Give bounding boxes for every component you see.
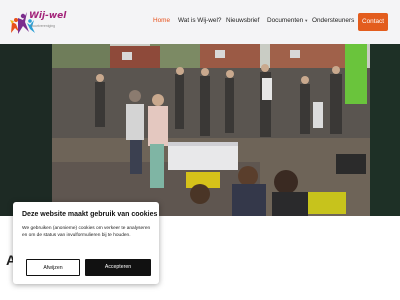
- nav-documenten[interactable]: Documenten▼: [267, 17, 308, 24]
- contact-button[interactable]: Contact: [358, 13, 388, 31]
- hero-photo: [0, 44, 400, 216]
- street-party-photo: [0, 44, 400, 216]
- cookie-text: We gebruiken (anonieme) cookies om verke…: [22, 226, 151, 239]
- nav-nieuwsbrief[interactable]: Nieuwsbrief: [226, 17, 259, 24]
- cookie-banner: Deze website maakt gebruik van cookies W…: [13, 202, 159, 284]
- site-header: Wij-wel buurtvereniging Home Wat is Wij-…: [0, 0, 400, 44]
- nav-home[interactable]: Home: [153, 17, 170, 24]
- logo-wordmark: Wij-wel: [29, 11, 67, 21]
- logo-tagline: buurtvereniging: [31, 24, 56, 28]
- decline-cookies-button[interactable]: Afwijzen: [26, 259, 80, 276]
- nav-wat-is-wij-wel[interactable]: Wat is Wij-wel?: [178, 17, 221, 24]
- page: Wij-wel buurtvereniging Home Wat is Wij-…: [0, 0, 400, 300]
- chevron-down-icon: ▼: [304, 18, 309, 23]
- nav-documenten-label: Documenten: [267, 17, 304, 24]
- cookie-title: Deze website maakt gebruik van cookies: [22, 211, 158, 218]
- accept-cookies-button[interactable]: Accepteren: [85, 259, 151, 276]
- nav-ondersteuners[interactable]: Ondersteuners: [312, 17, 354, 24]
